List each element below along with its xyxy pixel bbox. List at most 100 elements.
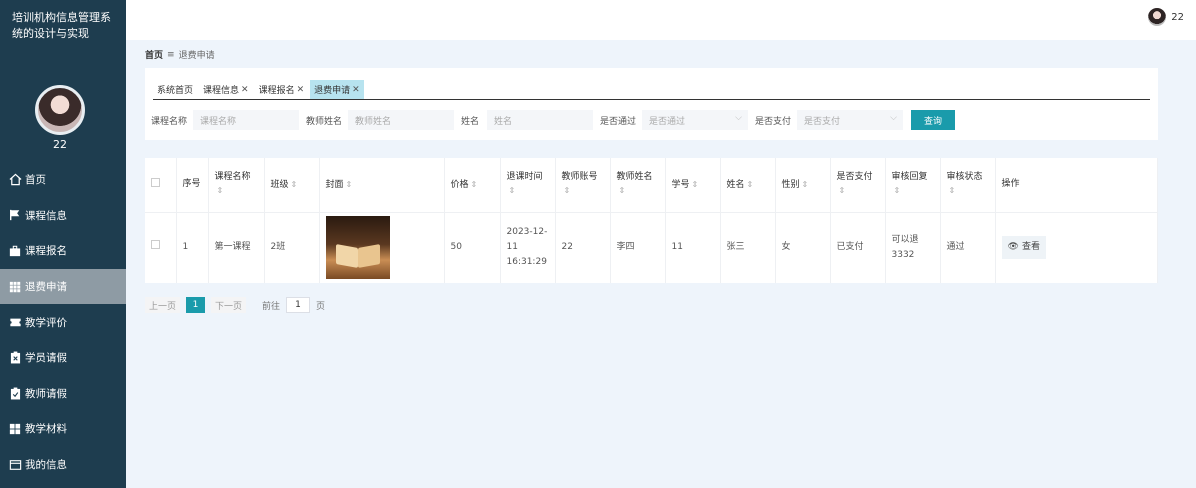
sidebar-item-student-leave[interactable]: 学员请假 bbox=[0, 340, 126, 376]
approved-select[interactable]: 是否通过 ⌵ bbox=[642, 110, 748, 130]
view-button-label: 查看 bbox=[1021, 242, 1040, 253]
close-icon[interactable]: ✕ bbox=[352, 85, 360, 95]
cell-paid: 已支付 bbox=[830, 212, 886, 283]
paid-select[interactable]: 是否支付 ⌵ bbox=[797, 110, 903, 130]
sidebar-item-my-info[interactable]: 我的信息 bbox=[0, 447, 126, 483]
sort-icon: ⇕ bbox=[290, 179, 298, 189]
sort-icon: ⇕ bbox=[948, 186, 956, 196]
search-row: 课程名称 课程名称 教师姓名 教师姓名 姓名 姓名 是否通过 是否通过 ⌵ 是否支… bbox=[145, 110, 1158, 130]
sidebar-item-label: 退费申请 bbox=[25, 281, 67, 294]
chevron-down-icon: ⌵ bbox=[735, 113, 742, 123]
id-card-icon bbox=[8, 458, 22, 472]
home-icon bbox=[8, 173, 22, 187]
view-button[interactable]: 👁 查看 bbox=[1001, 236, 1046, 260]
close-icon[interactable]: ✕ bbox=[297, 85, 305, 95]
paid-select-value: 是否支付 bbox=[804, 116, 841, 127]
tab-label: 课程信息 bbox=[203, 86, 240, 96]
table-header: 操作 bbox=[995, 158, 1158, 213]
table-header[interactable]: 教师姓名 ⇕ bbox=[610, 158, 666, 213]
sort-icon: ⇕ bbox=[345, 179, 353, 189]
data-table: 序号 课程名称 ⇕ 班级 ⇕ 封面 ⇕ 价格 ⇕ 退课时间 ⇕ 教师账号 ⇕ 教师姓名 ⇕ 学… bbox=[145, 158, 1158, 283]
cell-actions: 👁 查看 bbox=[995, 212, 1158, 283]
sort-icon: ⇕ bbox=[838, 186, 846, 196]
table-header[interactable]: 审核状态 ⇕ bbox=[940, 158, 996, 213]
sidebar-item-label: 课程信息 bbox=[25, 209, 67, 222]
sidebar-item-home[interactable]: 首页 bbox=[0, 162, 126, 198]
table-header[interactable]: 姓名 ⇕ bbox=[720, 158, 776, 213]
sort-icon: ⇕ bbox=[618, 186, 626, 196]
cell-index: 1 bbox=[176, 212, 209, 283]
sort-icon: ⇕ bbox=[801, 179, 809, 189]
sort-icon: ⇕ bbox=[216, 186, 224, 196]
cell-course: 第一课程 bbox=[208, 212, 265, 283]
prev-page-button[interactable]: 上一页 bbox=[145, 297, 181, 313]
sort-icon: ⇕ bbox=[563, 186, 571, 196]
sidebar-item-teaching-eval[interactable]: 教学评价 bbox=[0, 304, 126, 340]
sidebar-username: 22 bbox=[53, 138, 67, 151]
breadcrumb-home[interactable]: 首页 bbox=[145, 48, 163, 61]
cell-gender: 女 bbox=[775, 212, 831, 283]
sort-icon: ⇕ bbox=[470, 179, 478, 189]
sidebar-item-label: 教学评价 bbox=[25, 316, 67, 329]
close-icon[interactable]: ✕ bbox=[241, 85, 249, 95]
apps-icon bbox=[8, 422, 22, 436]
eye-icon: 👁 bbox=[1007, 242, 1019, 253]
paid-label: 是否支付 bbox=[755, 117, 792, 127]
table-header[interactable]: 教师账号 ⇕ bbox=[555, 158, 611, 213]
goto-page-input[interactable]: 1 bbox=[286, 297, 311, 313]
clipboard-check-icon bbox=[8, 386, 22, 400]
breadcrumb: 首页 ≡ 退费申请 bbox=[145, 48, 215, 62]
table-header[interactable]: 是否支付 ⇕ bbox=[830, 158, 886, 213]
sidebar-item-refund[interactable]: 退费申请 bbox=[0, 268, 126, 305]
course-name-label: 课程名称 bbox=[151, 117, 188, 127]
sidebar-item-label: 学员请假 bbox=[25, 352, 67, 365]
table-header[interactable]: 学号 ⇕ bbox=[665, 158, 721, 213]
tab-refund[interactable]: 退费申请 ✕ bbox=[310, 80, 364, 99]
grid-icon bbox=[8, 280, 22, 294]
next-page-button[interactable]: 下一页 bbox=[211, 297, 247, 313]
teacher-name-label: 教师姓名 bbox=[306, 117, 343, 127]
avatar bbox=[35, 85, 85, 135]
cell-teacher-name: 李四 bbox=[610, 212, 666, 283]
cell-name: 张三 bbox=[720, 212, 776, 283]
table-header[interactable]: 课程名称 ⇕ bbox=[208, 158, 265, 213]
tab-label: 系统首页 bbox=[157, 86, 194, 96]
name-input[interactable]: 姓名 bbox=[487, 110, 593, 130]
sidebar-item-label: 教师请假 bbox=[25, 387, 67, 400]
tab-course-enroll[interactable]: 课程报名 ✕ bbox=[254, 80, 309, 99]
sidebar-item-teacher-leave[interactable]: 教师请假 bbox=[0, 376, 126, 412]
teacher-name-input[interactable]: 教师姓名 bbox=[348, 110, 454, 130]
cell-price: 50 bbox=[444, 212, 501, 283]
sort-icon: ⇕ bbox=[746, 179, 754, 189]
breadcrumb-separator: ≡ bbox=[167, 49, 175, 60]
tab-course-info[interactable]: 课程信息 ✕ bbox=[199, 80, 253, 99]
tab-bar: 系统首页 课程信息 ✕ 课程报名 ✕ 退费申请 ✕ bbox=[153, 80, 1150, 100]
cell-student-no: 11 bbox=[665, 212, 721, 283]
query-button[interactable]: 查询 bbox=[911, 110, 955, 130]
book-cover-image[interactable] bbox=[325, 216, 390, 280]
table-header[interactable]: 价格 ⇕ bbox=[444, 158, 501, 213]
page-number[interactable]: 1 bbox=[186, 297, 206, 313]
course-name-input[interactable]: 课程名称 bbox=[193, 110, 299, 130]
briefcase-icon bbox=[8, 244, 22, 258]
cell-cover bbox=[319, 212, 445, 283]
tab-system-home[interactable]: 系统首页 bbox=[153, 80, 198, 99]
table-header: 序号 bbox=[176, 158, 209, 213]
sidebar-item-course-info[interactable]: 课程信息 bbox=[0, 198, 126, 234]
table-header[interactable]: 性别 ⇕ bbox=[775, 158, 831, 213]
sort-icon: ⇕ bbox=[691, 179, 699, 189]
top-bar: 22 bbox=[126, 0, 1196, 40]
pagination: 上一页 1 下一页 前往 1 页 bbox=[145, 297, 325, 313]
row-checkbox[interactable] bbox=[145, 212, 177, 283]
sidebar-item-materials[interactable]: 教学材料 bbox=[0, 411, 126, 447]
sidebar-item-label: 我的信息 bbox=[25, 459, 67, 472]
sidebar-item-label: 首页 bbox=[25, 174, 46, 187]
table-header[interactable]: 封面 ⇕ bbox=[319, 158, 445, 213]
select-all-checkbox[interactable] bbox=[145, 158, 177, 213]
table-header[interactable]: 退课时间 ⇕ bbox=[500, 158, 556, 213]
chevron-down-icon: ⌵ bbox=[890, 113, 897, 123]
table-header[interactable]: 班级 ⇕ bbox=[264, 158, 320, 213]
sidebar-item-course-enroll[interactable]: 课程报名 bbox=[0, 233, 126, 269]
user-menu[interactable]: 22 bbox=[1148, 8, 1184, 26]
table-header[interactable]: 审核回复 ⇕ bbox=[885, 158, 941, 213]
